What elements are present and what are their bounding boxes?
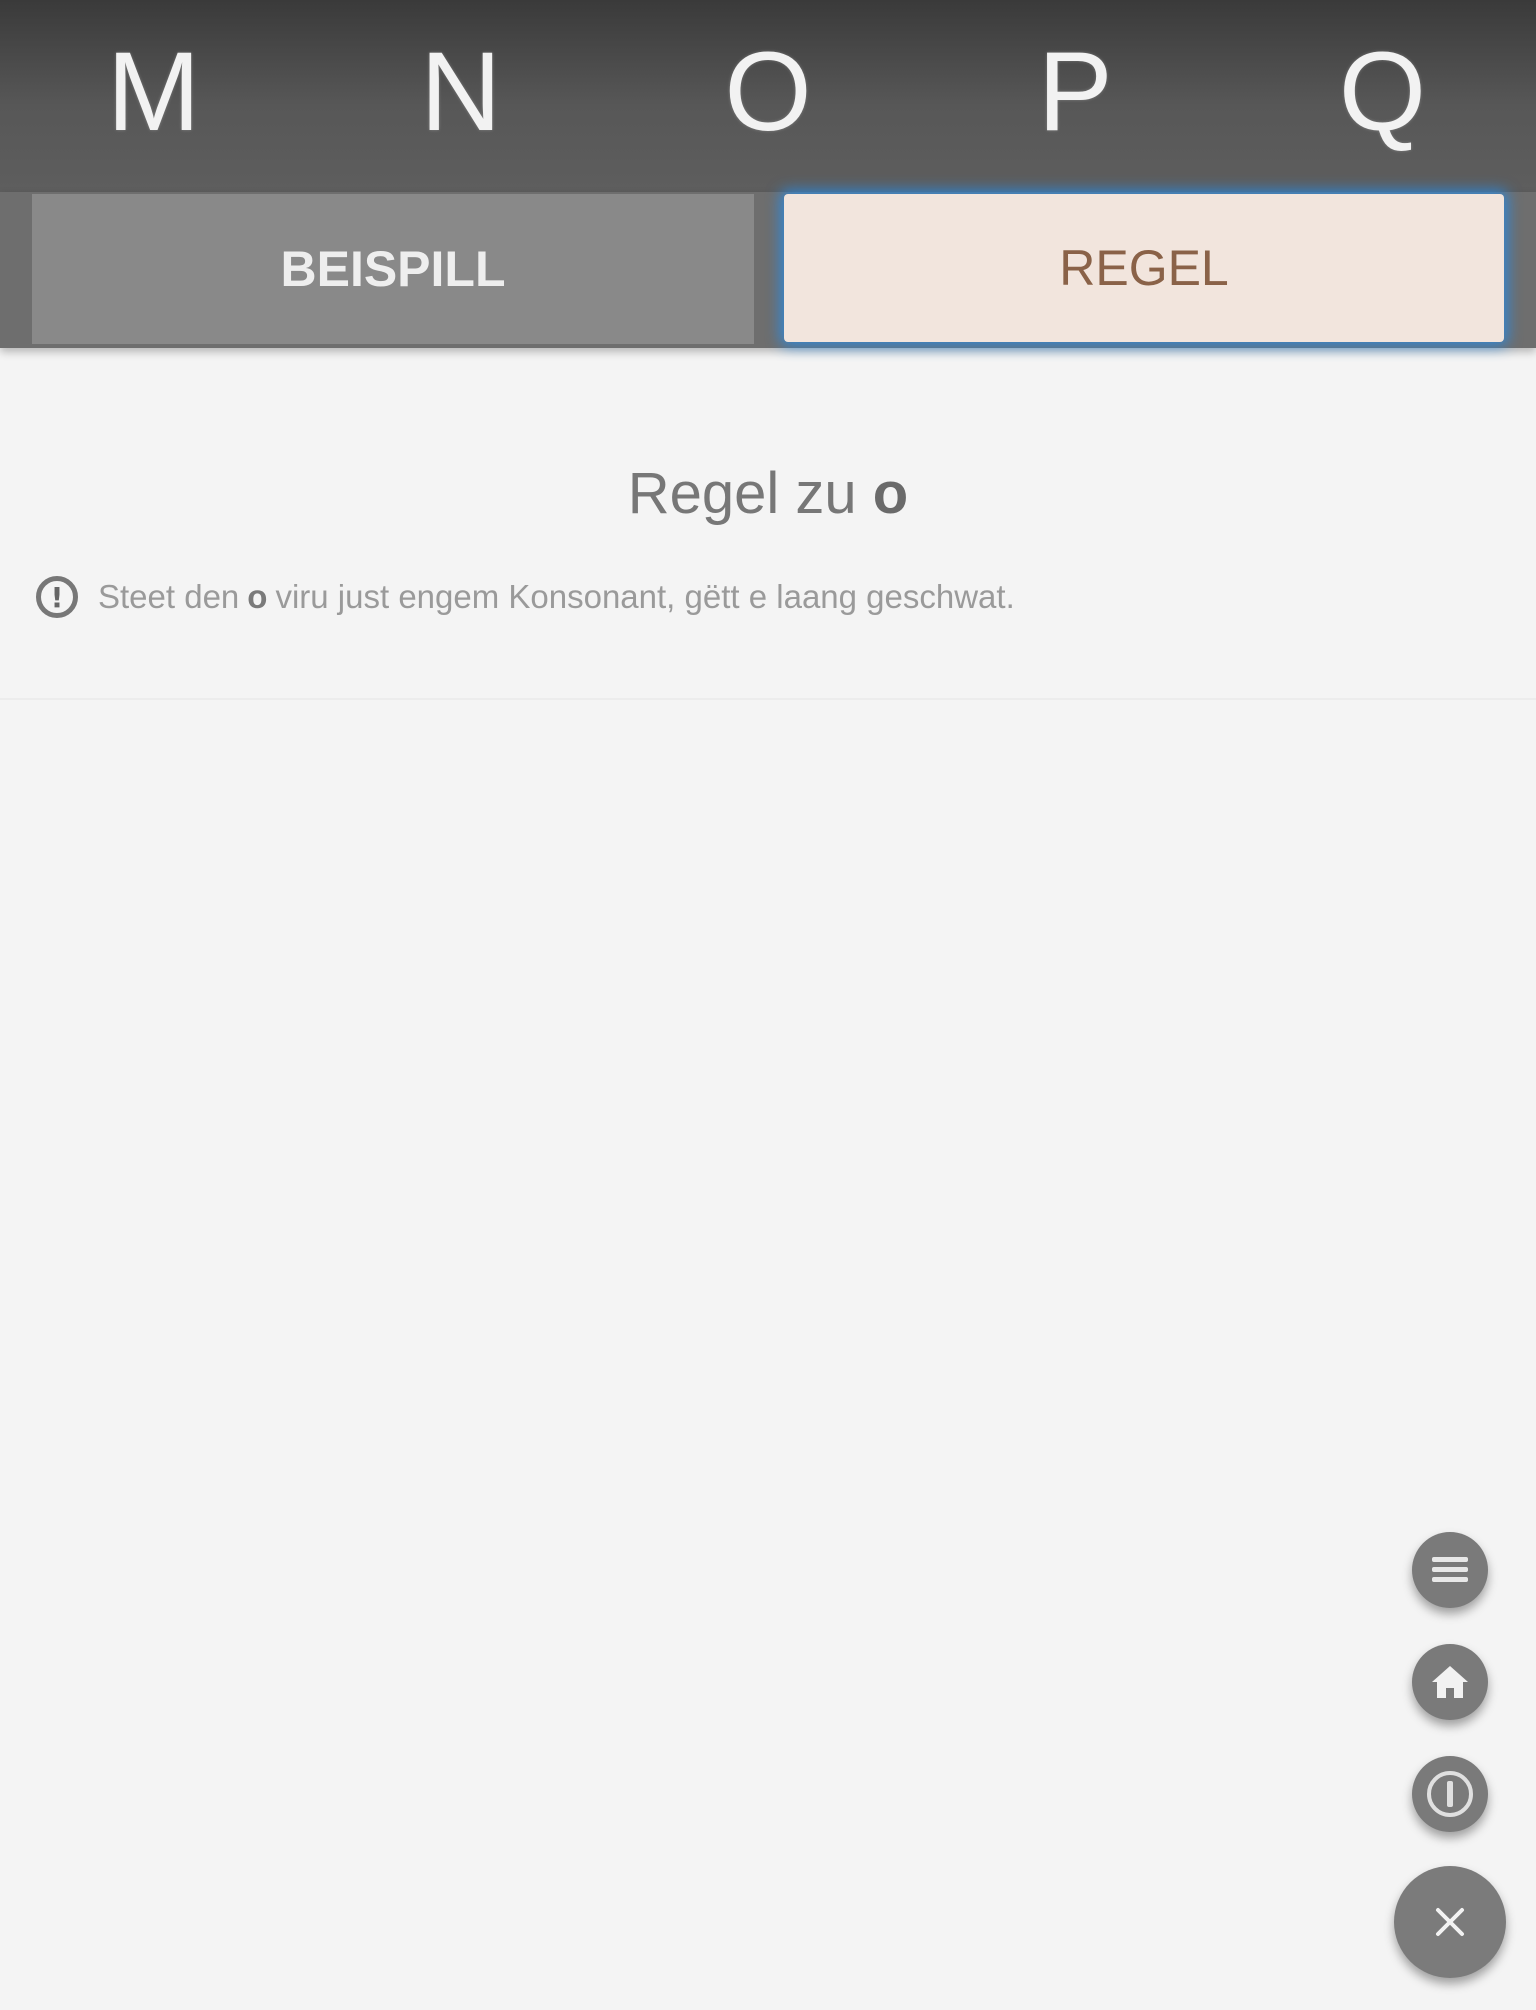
letter-q[interactable]: Q xyxy=(1229,36,1536,156)
letter-n[interactable]: N xyxy=(307,36,614,156)
rule-title: Regel zu o xyxy=(0,460,1536,527)
letter-p[interactable]: P xyxy=(922,36,1229,156)
rule-title-prefix: Regel zu xyxy=(627,461,857,526)
menu-icon xyxy=(1432,1557,1468,1582)
info-icon: ! xyxy=(36,576,78,618)
tab-bar: BEISPILL REGEL xyxy=(0,192,1536,348)
rule-text-after: viru just engem Konsonant, gëtt e laang … xyxy=(275,578,1015,615)
rule-title-letter: o xyxy=(872,461,909,526)
home-button[interactable] xyxy=(1412,1644,1488,1720)
rule-text-letter: o xyxy=(247,578,268,615)
rule-panel: Regel zu o ! Steet den o viru just engem… xyxy=(0,348,1536,700)
letter-o[interactable]: O xyxy=(614,36,921,156)
letter-m[interactable]: M xyxy=(0,36,307,156)
home-icon xyxy=(1432,1666,1468,1698)
tab-example[interactable]: BEISPILL xyxy=(32,194,754,344)
tab-rule[interactable]: REGEL xyxy=(784,194,1504,342)
info-circle-icon xyxy=(1427,1771,1473,1817)
menu-button[interactable] xyxy=(1412,1532,1488,1608)
info-button[interactable] xyxy=(1412,1756,1488,1832)
rule-text-row: ! Steet den o viru just engem Konsonant,… xyxy=(36,576,1015,618)
rule-text-before: Steet den xyxy=(98,578,240,615)
close-button[interactable] xyxy=(1394,1866,1506,1978)
letter-navigation-bar: M N O P Q xyxy=(0,0,1536,192)
close-icon xyxy=(1436,1908,1464,1936)
